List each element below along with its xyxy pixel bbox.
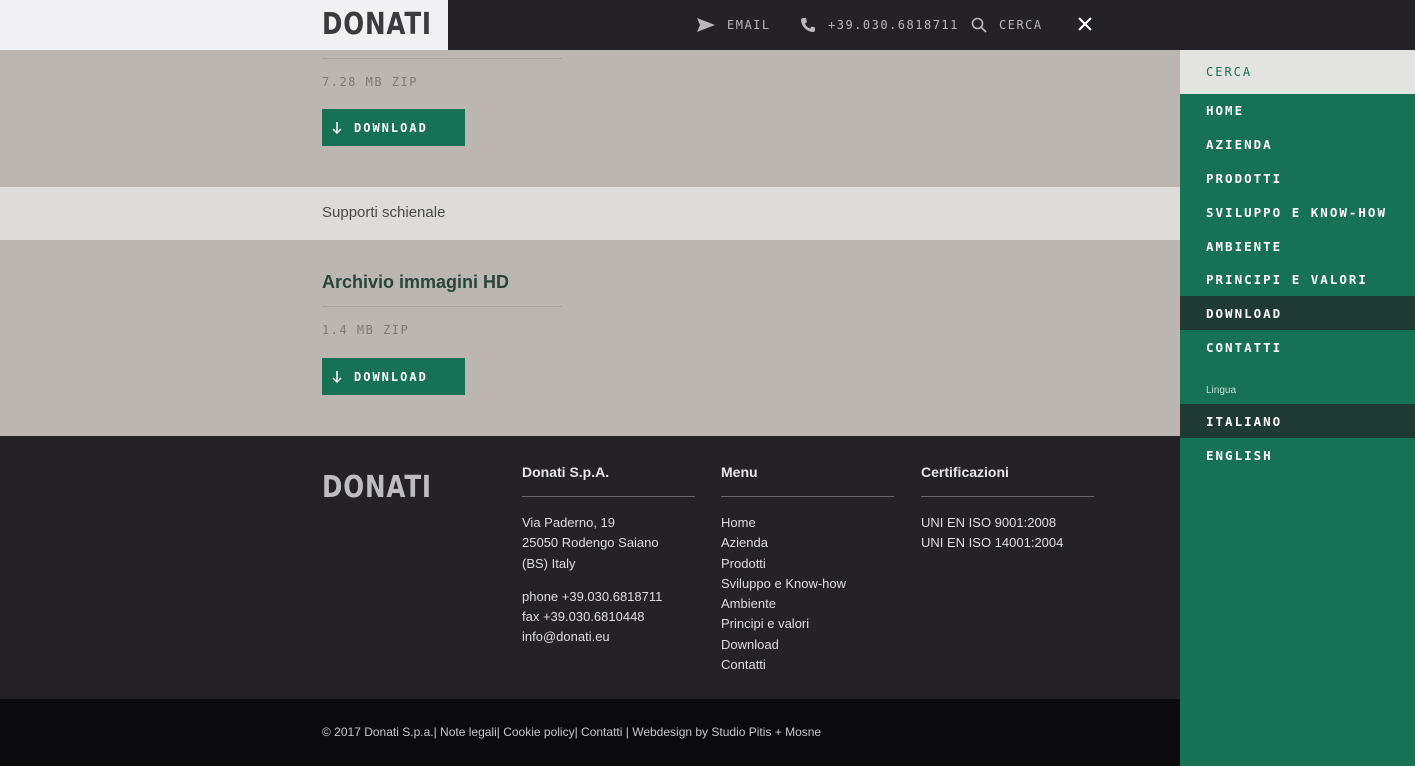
footer-certs-heading: Certificazioni bbox=[921, 464, 1009, 480]
arrow-down-icon bbox=[332, 121, 342, 134]
side-menu: CERCA HOME AZIENDA PRODOTTI SVILUPPO E K… bbox=[1180, 50, 1415, 766]
download-button[interactable]: DOWNLOAD bbox=[322, 109, 465, 146]
side-item-ambiente[interactable]: AMBIENTE bbox=[1180, 229, 1415, 263]
bottom-bar: © 2017 Donati S.p.a.| Note legali| Cooki… bbox=[0, 699, 1180, 766]
top-header: DONATI EMAIL +39.030.6818711 CERCA bbox=[0, 0, 1415, 50]
phone-line: phone +39.030.6818711 bbox=[522, 588, 663, 604]
footer-logo: DONATI bbox=[322, 470, 432, 505]
side-item-sviluppo[interactable]: SVILUPPO E KNOW-HOW bbox=[1180, 195, 1415, 229]
footer-company-column: Donati S.p.A. Via Paderno, 19 25050 Rode… bbox=[522, 464, 695, 648]
footer-link-prodotti[interactable]: Prodotti bbox=[721, 554, 894, 574]
legal-line: © 2017 Donati S.p.a.| Note legali| Cooki… bbox=[322, 725, 821, 739]
email-line[interactable]: info@donati.eu bbox=[522, 627, 695, 647]
language-italiano[interactable]: ITALIANO bbox=[1180, 404, 1415, 438]
file-meta: 7.28 MB ZIP bbox=[322, 75, 418, 89]
contatti-link[interactable]: Contatti bbox=[581, 725, 622, 739]
footer-link-sviluppo[interactable]: Sviluppo e Know-how bbox=[721, 574, 894, 594]
footer-link-download[interactable]: Download bbox=[721, 635, 894, 655]
divider bbox=[721, 496, 894, 497]
side-search-label: CERCA bbox=[1206, 65, 1253, 79]
arrow-down-icon bbox=[332, 370, 342, 383]
search-icon bbox=[971, 17, 987, 33]
side-search-field[interactable]: CERCA bbox=[1180, 50, 1415, 94]
logo-area[interactable]: DONATI bbox=[0, 0, 448, 50]
cookie-policy-link[interactable]: Cookie policy| bbox=[503, 725, 577, 739]
header-phone-label: +39.030.6818711 bbox=[828, 18, 959, 32]
close-menu-button[interactable] bbox=[1075, 14, 1095, 34]
footer-link-ambiente[interactable]: Ambiente bbox=[721, 594, 894, 614]
divider bbox=[522, 496, 695, 497]
download-item-1: 7.28 MB ZIP DOWNLOAD bbox=[0, 50, 1180, 186]
header-phone-link[interactable]: +39.030.6818711 bbox=[800, 0, 959, 50]
side-item-prodotti[interactable]: PRODOTTI bbox=[1180, 161, 1415, 195]
footer-company-heading: Donati S.p.A. bbox=[522, 464, 610, 480]
footer: DONATI Donati S.p.A. Via Paderno, 19 250… bbox=[0, 436, 1180, 699]
footer-link-home[interactable]: Home bbox=[721, 513, 894, 533]
site-logo[interactable]: DONATI bbox=[322, 7, 432, 43]
download-button[interactable]: DOWNLOAD bbox=[322, 358, 465, 395]
divider bbox=[322, 306, 562, 307]
side-item-principi[interactable]: PRINCIPI E VALORI bbox=[1180, 262, 1415, 296]
divider bbox=[921, 496, 1094, 497]
cert-item: UNI EN ISO 9001:2008 bbox=[921, 515, 1057, 530]
separator: | bbox=[625, 725, 629, 739]
side-item-azienda[interactable]: AZIENDA bbox=[1180, 127, 1415, 161]
footer-link-contatti[interactable]: Contatti bbox=[721, 655, 894, 675]
footer-menu-column: Menu Home Azienda Prodotti Sviluppo e Kn… bbox=[721, 464, 894, 675]
note-legali-link[interactable]: Note legali| bbox=[440, 725, 500, 739]
file-meta: 1.4 MB ZIP bbox=[322, 323, 410, 337]
cert-item: UNI EN ISO 14001:2004 bbox=[921, 535, 1064, 551]
fax-line: fax +39.030.6810448 bbox=[522, 609, 645, 625]
language-heading: Lingua bbox=[1206, 385, 1237, 396]
section-header: Supporti schienale bbox=[0, 187, 1180, 240]
divider bbox=[322, 58, 562, 59]
header-search-link[interactable]: CERCA bbox=[971, 0, 1043, 50]
header-email-link[interactable]: EMAIL bbox=[697, 0, 771, 50]
side-item-home[interactable]: HOME bbox=[1180, 93, 1415, 127]
download-item-2: Archivio immagini HD 1.4 MB ZIP DOWNLOAD bbox=[0, 240, 1180, 436]
download-button-label: DOWNLOAD bbox=[354, 120, 428, 135]
item-title: Archivio immagini HD bbox=[322, 272, 510, 292]
header-email-label: EMAIL bbox=[727, 18, 771, 32]
close-icon bbox=[1078, 17, 1092, 31]
paper-plane-icon bbox=[697, 18, 715, 32]
header-search-label: CERCA bbox=[999, 18, 1043, 32]
footer-menu-heading: Menu bbox=[721, 464, 758, 480]
side-item-contatti[interactable]: CONTATTI bbox=[1180, 330, 1415, 364]
address-line: (BS) Italy bbox=[522, 555, 576, 571]
footer-link-principi[interactable]: Principi e valori bbox=[721, 614, 894, 634]
address-line: 25050 Rodengo Saiano bbox=[522, 535, 659, 551]
footer-certs-column: Certificazioni UNI EN ISO 9001:2008 UNI … bbox=[921, 464, 1094, 554]
section-title: Supporti schienale bbox=[322, 204, 446, 221]
copyright: © 2017 Donati S.p.a.| bbox=[322, 725, 437, 739]
phone-icon bbox=[800, 17, 816, 33]
webdesign-link[interactable]: Webdesign by Studio Pitis + Mosne bbox=[632, 725, 821, 739]
download-button-label: DOWNLOAD bbox=[354, 369, 428, 384]
side-item-download[interactable]: DOWNLOAD bbox=[1180, 296, 1415, 330]
language-english[interactable]: ENGLISH bbox=[1180, 438, 1415, 472]
address-line: Via Paderno, 19 bbox=[522, 515, 615, 530]
footer-link-azienda[interactable]: Azienda bbox=[721, 533, 894, 553]
